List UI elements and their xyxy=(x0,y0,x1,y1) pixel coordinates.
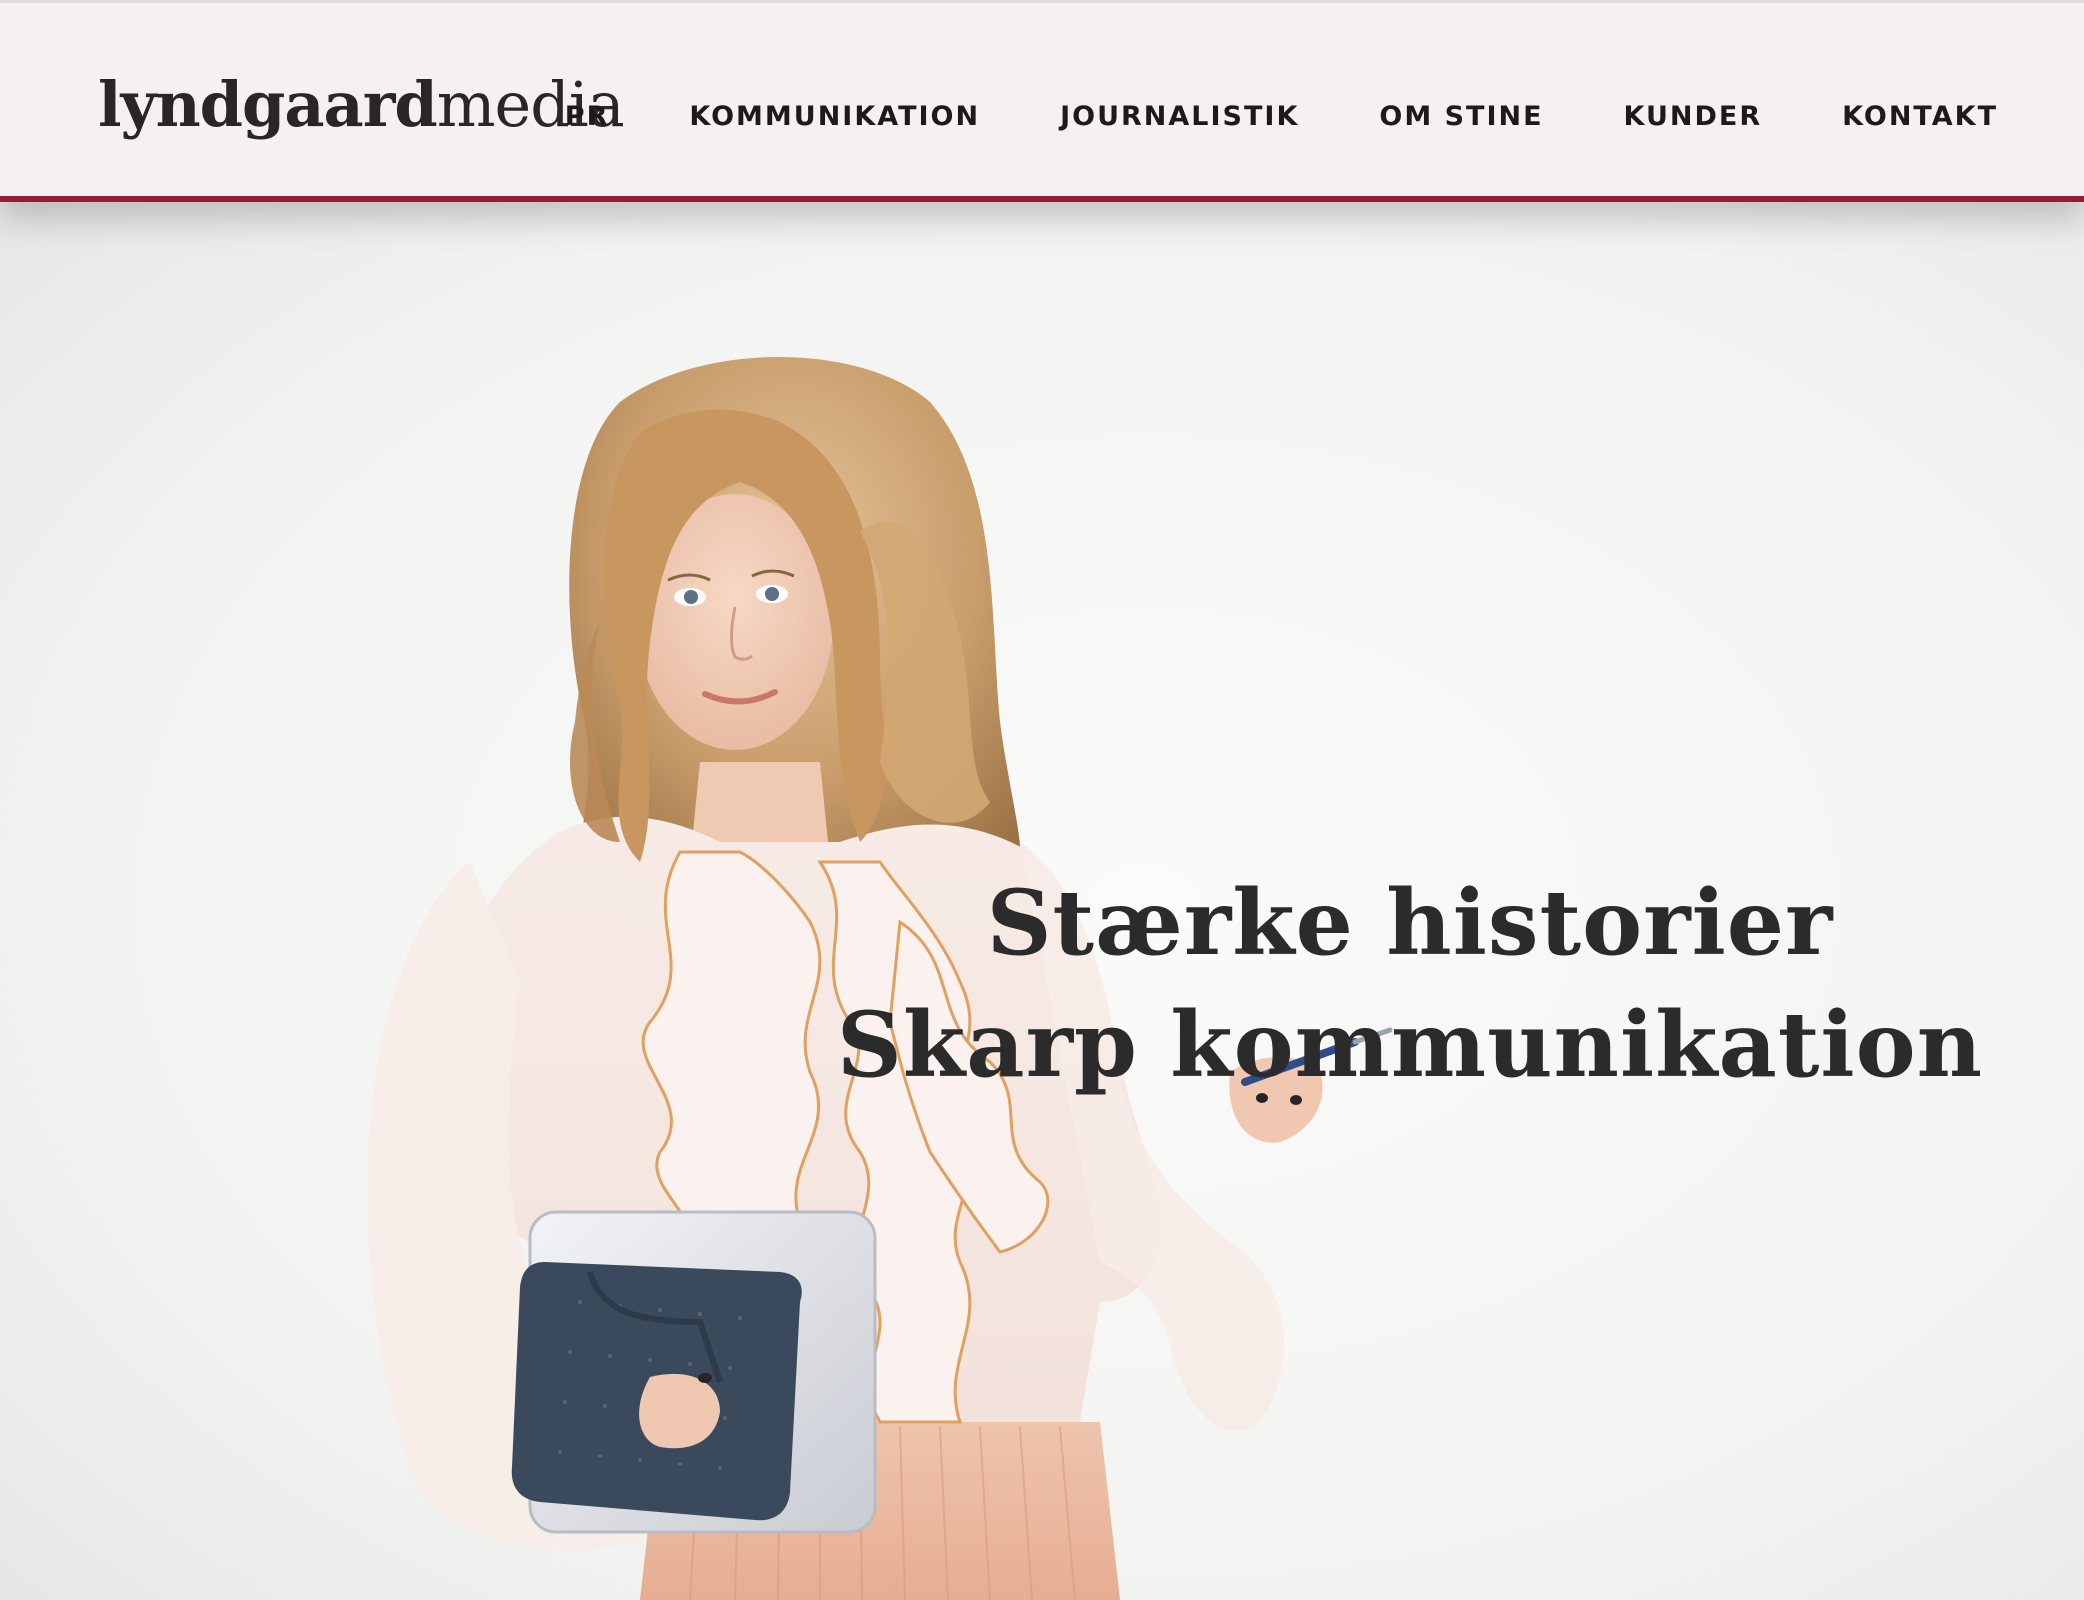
hero-headline-line-2: Skarp kommunikation xyxy=(836,992,1984,1098)
nav-item-kunder[interactable]: KUNDER xyxy=(1624,99,1763,135)
page: lyndgaardmedia PR KOMMUNIKATION JOURNALI… xyxy=(0,0,2084,1600)
hero-headline: Stærke historier Skarp kommunikation xyxy=(780,862,2040,1106)
hero-section: Stærke historier Skarp kommunikation xyxy=(0,202,2084,1600)
nav-item-journalistik[interactable]: JOURNALISTIK xyxy=(1060,99,1299,135)
main-nav: PR KOMMUNIKATION JOURNALISTIK OM STINE K… xyxy=(485,99,1998,135)
nav-item-om-stine[interactable]: OM STINE xyxy=(1379,99,1543,135)
logo-bold-text: lyndgaard xyxy=(98,68,438,141)
nav-item-kommunikation[interactable]: KOMMUNIKATION xyxy=(689,99,980,135)
hero-headline-line-1: Stærke historier xyxy=(986,870,1834,976)
nav-item-kontakt[interactable]: KONTAKT xyxy=(1842,99,1998,135)
nav-item-pr[interactable]: PR xyxy=(565,99,610,135)
site-header: lyndgaardmedia PR KOMMUNIKATION JOURNALI… xyxy=(0,0,2084,202)
